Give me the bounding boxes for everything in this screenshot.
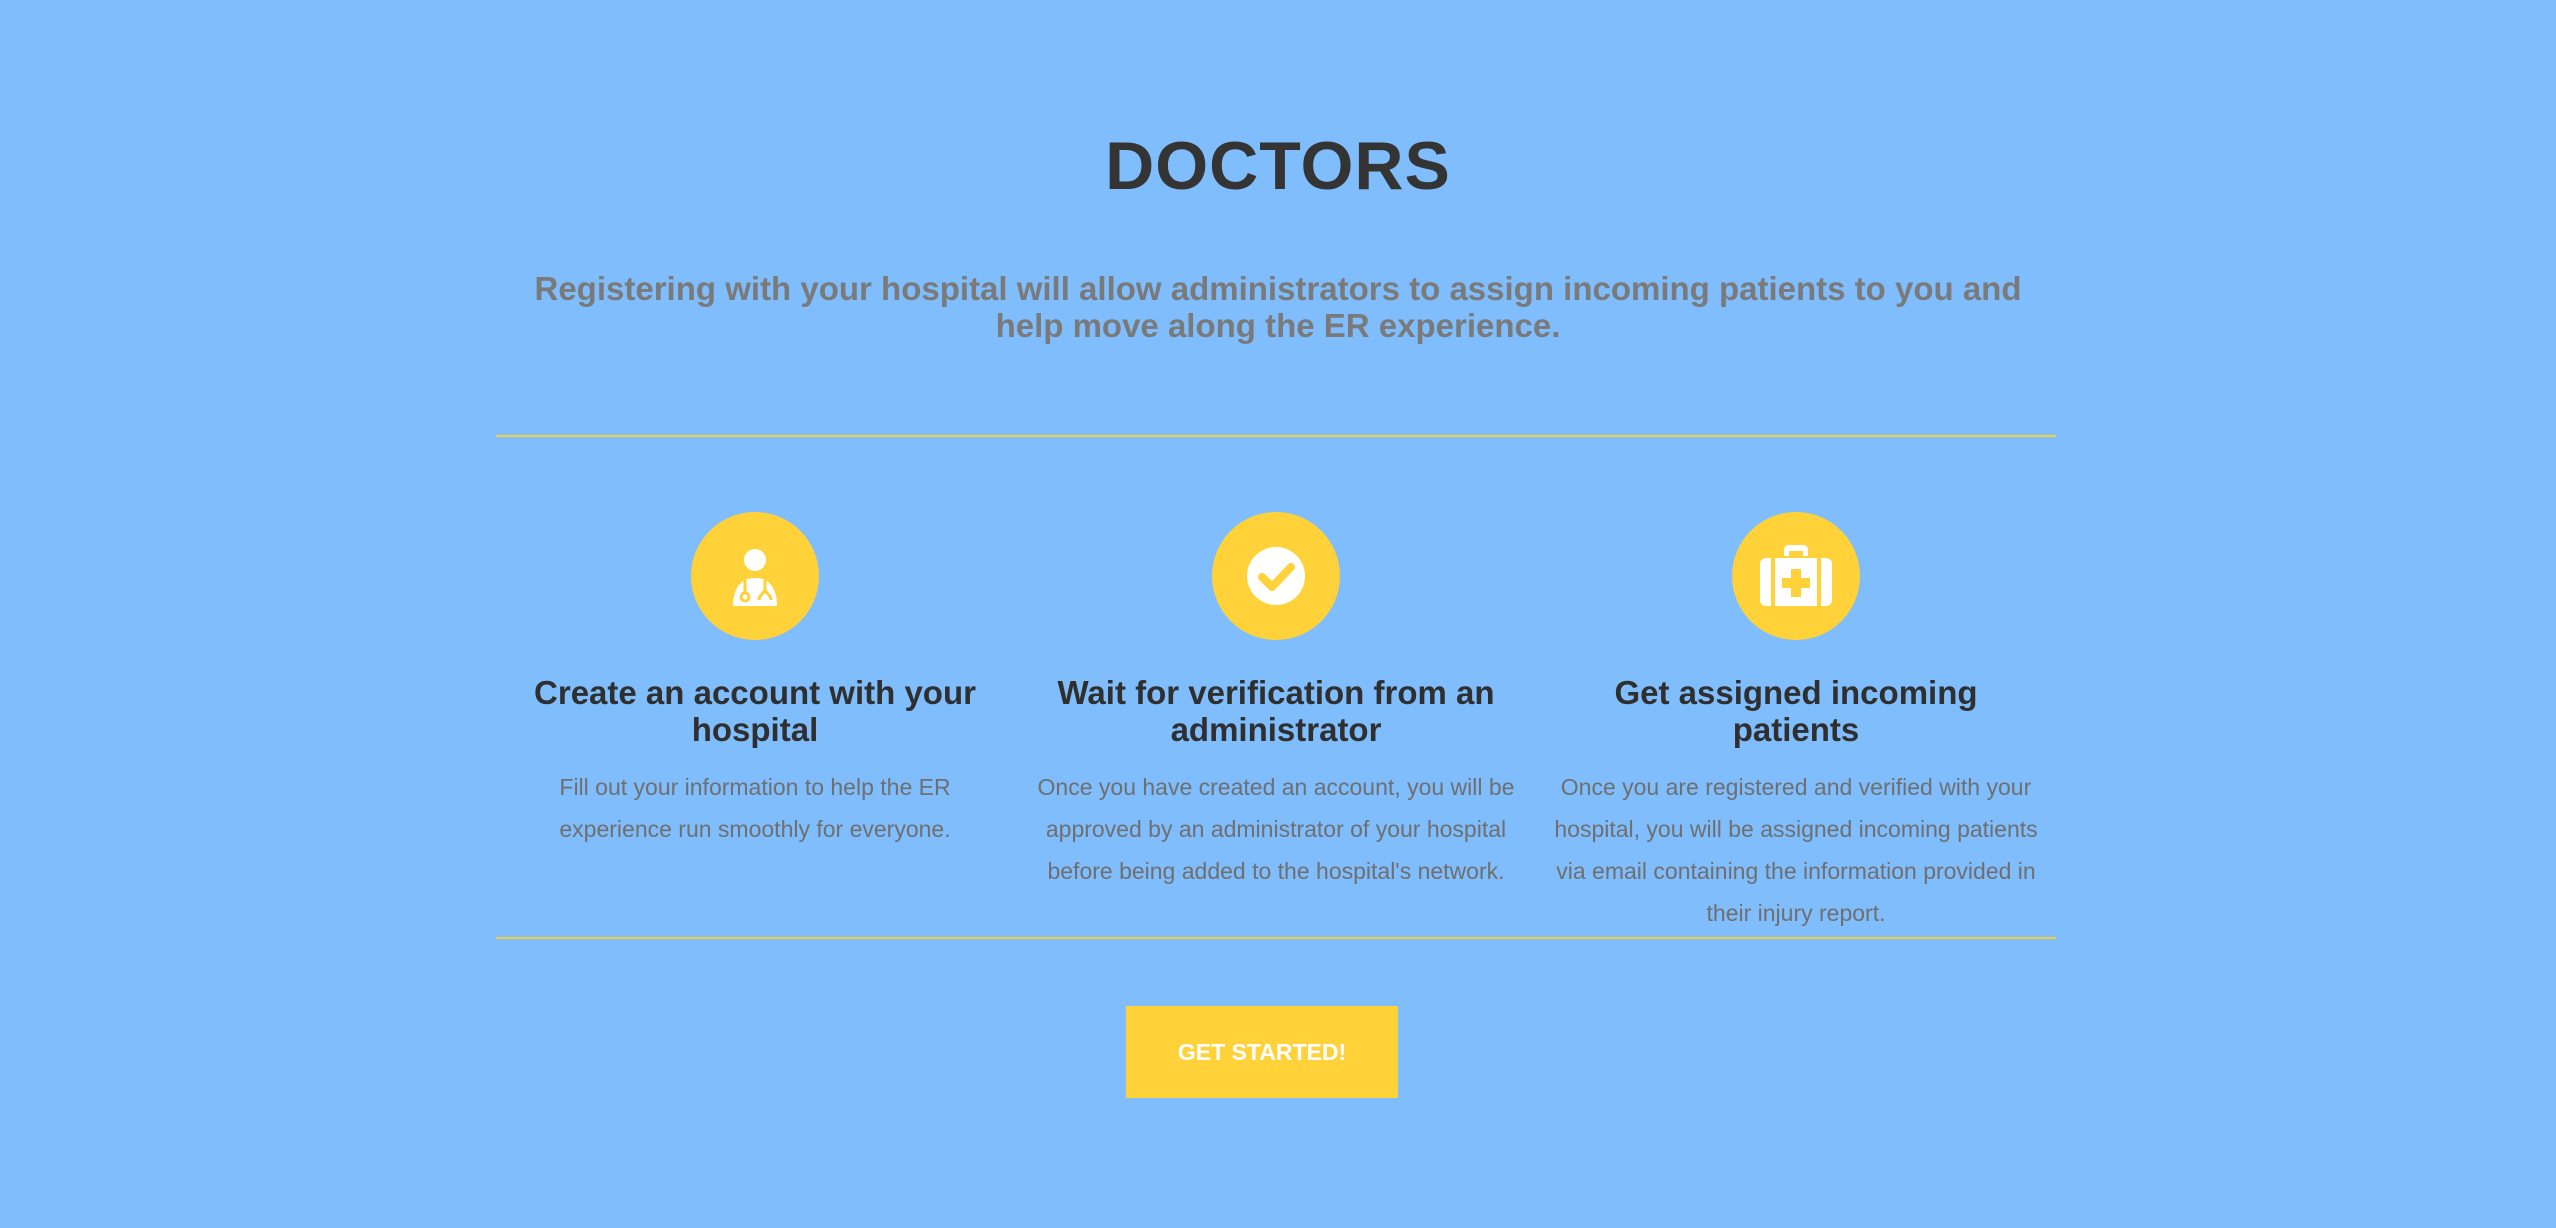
doctor-icon [723, 544, 787, 608]
doctors-section: DOCTORS Registering with your hospital w… [0, 0, 2556, 1228]
feature-verification: Wait for verification from an administra… [1026, 512, 1526, 892]
feature-description: Fill out your information to help the ER… [559, 774, 951, 842]
page-title: DOCTORS [1105, 128, 1451, 204]
feature-icon-badge [1212, 512, 1340, 640]
feature-title: Create an account with your hospital [534, 674, 976, 748]
get-started-button[interactable]: GET STARTED! [1126, 1006, 1398, 1098]
feature-description: Once you are registered and verified wit… [1554, 774, 2038, 926]
medical-kit-icon [1758, 544, 1834, 608]
divider-top [496, 435, 2056, 437]
feature-icon-badge [1732, 512, 1860, 640]
feature-title: Get assigned incoming patients [1614, 674, 1978, 748]
check-circle-icon [1244, 544, 1308, 608]
feature-title: Wait for verification from an administra… [1057, 674, 1495, 748]
feature-assigned-patients: Get assigned incoming patients Once you … [1546, 512, 2046, 934]
feature-icon-badge [691, 512, 819, 640]
divider-bottom [496, 937, 2056, 939]
page-subtitle: Registering with your hospital will allo… [534, 270, 2022, 344]
feature-description: Once you have created an account, you wi… [1037, 774, 1515, 884]
feature-create-account: Create an account with your hospital Fil… [505, 512, 1005, 850]
